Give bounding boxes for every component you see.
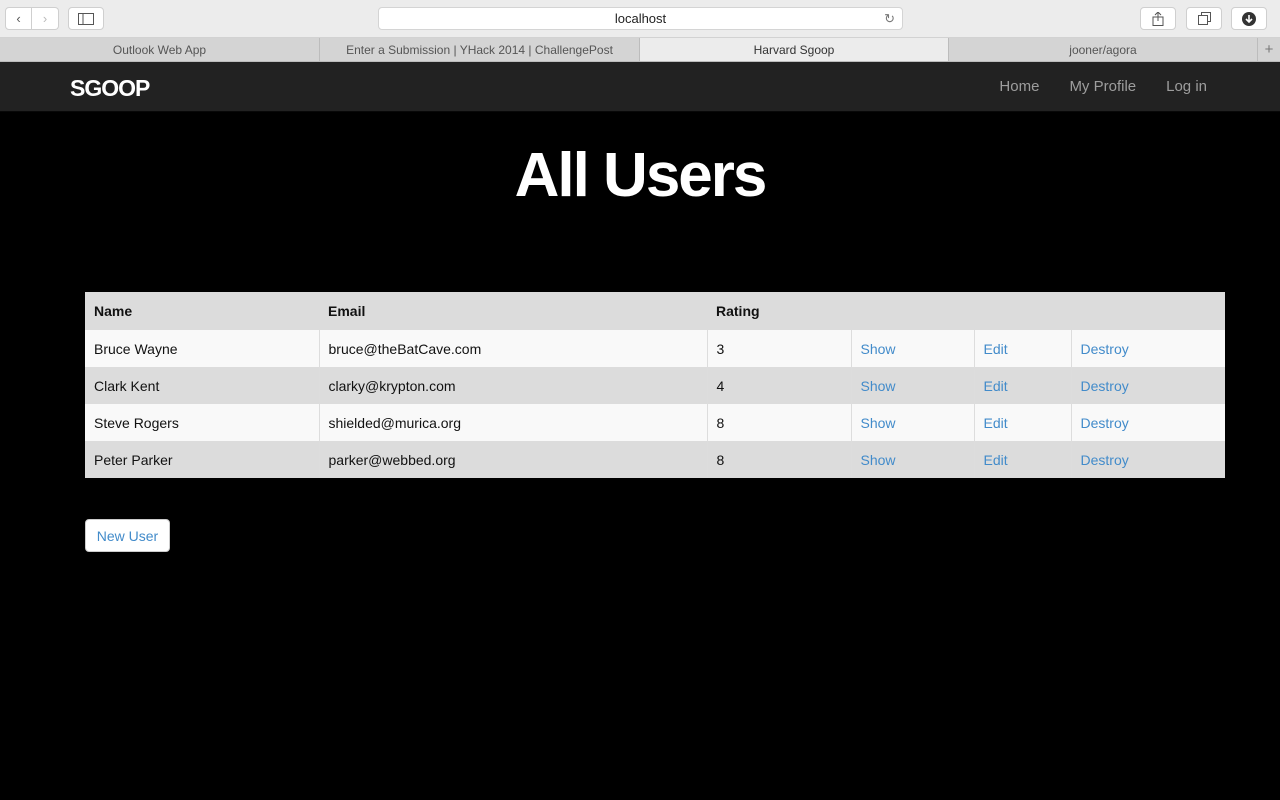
user-email: parker@webbed.org — [318, 441, 707, 478]
browser-tab[interactable]: Outlook Web App — [0, 38, 320, 61]
column-header-email: Email — [319, 292, 707, 330]
column-header-empty — [974, 292, 1071, 330]
column-header-empty — [851, 292, 974, 330]
sidebar-toggle-button[interactable] — [68, 7, 104, 30]
nav-my-profile-link[interactable]: My Profile — [1069, 78, 1136, 95]
user-rating: 8 — [706, 404, 851, 441]
destroy-link[interactable]: Destroy — [1081, 378, 1129, 394]
table-row: Clark Kent clarky@krypton.com 4 Show Edi… — [85, 367, 1225, 404]
users-table: Name Email Rating Bruce Wayne bruce@theB… — [85, 292, 1225, 478]
back-button[interactable]: ‹ — [5, 7, 32, 30]
user-name: Clark Kent — [85, 367, 319, 404]
url-text: localhost — [614, 11, 667, 26]
share-button[interactable] — [1140, 7, 1176, 30]
show-link[interactable]: Show — [861, 341, 896, 357]
address-bar[interactable]: localhost ↻ — [378, 7, 903, 30]
plus-icon: + — [1264, 41, 1274, 58]
destroy-link[interactable]: Destroy — [1081, 415, 1129, 431]
user-email: clarky@krypton.com — [318, 367, 707, 404]
edit-link[interactable]: Edit — [984, 452, 1008, 468]
show-tabs-button[interactable] — [1186, 7, 1222, 30]
user-rating: 3 — [706, 330, 851, 367]
nav-log-in-link[interactable]: Log in — [1166, 78, 1207, 95]
browser-tab-label: jooner/agora — [1069, 42, 1137, 57]
column-header-name: Name — [85, 292, 319, 330]
browser-tab-active[interactable]: Harvard Sgoop — [640, 38, 949, 61]
forward-button[interactable]: › — [32, 7, 59, 30]
downloads-button[interactable] — [1231, 7, 1267, 30]
table-row: Steve Rogers shielded@murica.org 8 Show … — [85, 404, 1225, 441]
download-icon — [1242, 11, 1256, 26]
new-tab-button[interactable]: + — [1258, 38, 1280, 61]
chevron-right-icon: › — [42, 11, 48, 26]
browser-tab-label: Harvard Sgoop — [753, 42, 835, 57]
user-name: Steve Rogers — [85, 404, 319, 441]
browser-tab[interactable]: jooner/agora — [949, 38, 1258, 61]
browser-tab-label: Outlook Web App — [112, 42, 207, 57]
show-link[interactable]: Show — [861, 452, 896, 468]
table-row: Bruce Wayne bruce@theBatCave.com 3 Show … — [85, 330, 1225, 367]
show-link[interactable]: Show — [861, 415, 896, 431]
browser-tab-bar: Outlook Web App Enter a Submission | YHa… — [0, 38, 1280, 62]
destroy-link[interactable]: Destroy — [1081, 341, 1129, 357]
share-icon — [1152, 11, 1164, 26]
tabs-icon — [1197, 12, 1211, 25]
browser-tab[interactable]: Enter a Submission | YHack 2014 | Challe… — [320, 38, 640, 61]
edit-link[interactable]: Edit — [984, 341, 1008, 357]
browser-tab-label: Enter a Submission | YHack 2014 | Challe… — [346, 42, 613, 57]
sidebar-icon — [78, 12, 94, 25]
user-name: Peter Parker — [85, 441, 319, 478]
user-email: shielded@murica.org — [318, 404, 707, 441]
column-header-rating: Rating — [707, 292, 851, 330]
show-link[interactable]: Show — [861, 378, 896, 394]
column-header-empty — [1071, 292, 1225, 330]
browser-toolbar: ‹ › localhost ↻ — [0, 0, 1280, 38]
reload-icon[interactable]: ↻ — [884, 11, 895, 27]
page-title: All Users — [514, 141, 768, 210]
user-name: Bruce Wayne — [85, 330, 319, 367]
user-rating: 4 — [706, 367, 851, 404]
table-row: Peter Parker parker@webbed.org 8 Show Ed… — [85, 441, 1225, 478]
site-navbar: SGOOP Home My Profile Log in — [0, 62, 1280, 112]
edit-link[interactable]: Edit — [984, 415, 1008, 431]
nav-home-link[interactable]: Home — [999, 78, 1039, 95]
new-user-button[interactable]: New User — [85, 519, 170, 552]
table-header-row: Name Email Rating — [85, 292, 1225, 330]
chevron-left-icon: ‹ — [16, 11, 21, 26]
user-rating: 8 — [706, 441, 851, 478]
edit-link[interactable]: Edit — [984, 378, 1008, 394]
nav-links: Home My Profile Log in — [999, 78, 1207, 95]
user-email: bruce@theBatCave.com — [318, 330, 707, 367]
brand-logo[interactable]: SGOOP — [70, 75, 150, 102]
destroy-link[interactable]: Destroy — [1081, 452, 1129, 468]
